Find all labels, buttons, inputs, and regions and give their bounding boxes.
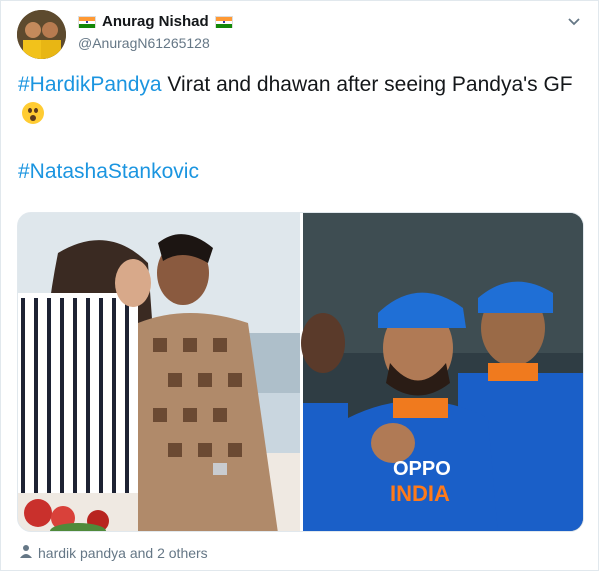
tagged-people[interactable]: hardik pandya and 2 others	[20, 544, 208, 561]
avatar[interactable]	[17, 10, 66, 59]
hashtag-hardikpandya[interactable]: #HardikPandya	[18, 73, 162, 96]
jersey-country-text: INDIA	[390, 481, 450, 506]
hashtag-natashastankovic[interactable]: #NatashaStankovic	[18, 160, 199, 184]
person-icon	[20, 544, 32, 561]
india-flag-icon	[214, 15, 233, 28]
tweet-text: #HardikPandya Virat and dhawan after see…	[18, 70, 588, 130]
india-flag-icon	[78, 15, 96, 28]
author-handle[interactable]: @AnuragN61265128	[78, 35, 210, 51]
tagged-text[interactable]: hardik pandya and 2 others	[38, 545, 208, 561]
author-name-row[interactable]: Anurag Nishad	[78, 13, 233, 30]
couple-photo[interactable]	[18, 213, 300, 532]
tweet-body: Virat and dhawan after seeing Pandya's G…	[161, 73, 573, 96]
jersey-sponsor-text: OPPO	[393, 458, 451, 480]
astonished-face-emoji-icon	[22, 102, 44, 124]
media-grid[interactable]: OPPO INDIA	[17, 212, 584, 532]
author-display-name[interactable]: Anurag Nishad	[102, 13, 209, 30]
cricketers-photo[interactable]: OPPO INDIA	[301, 213, 584, 532]
chevron-down-icon[interactable]	[567, 14, 581, 28]
